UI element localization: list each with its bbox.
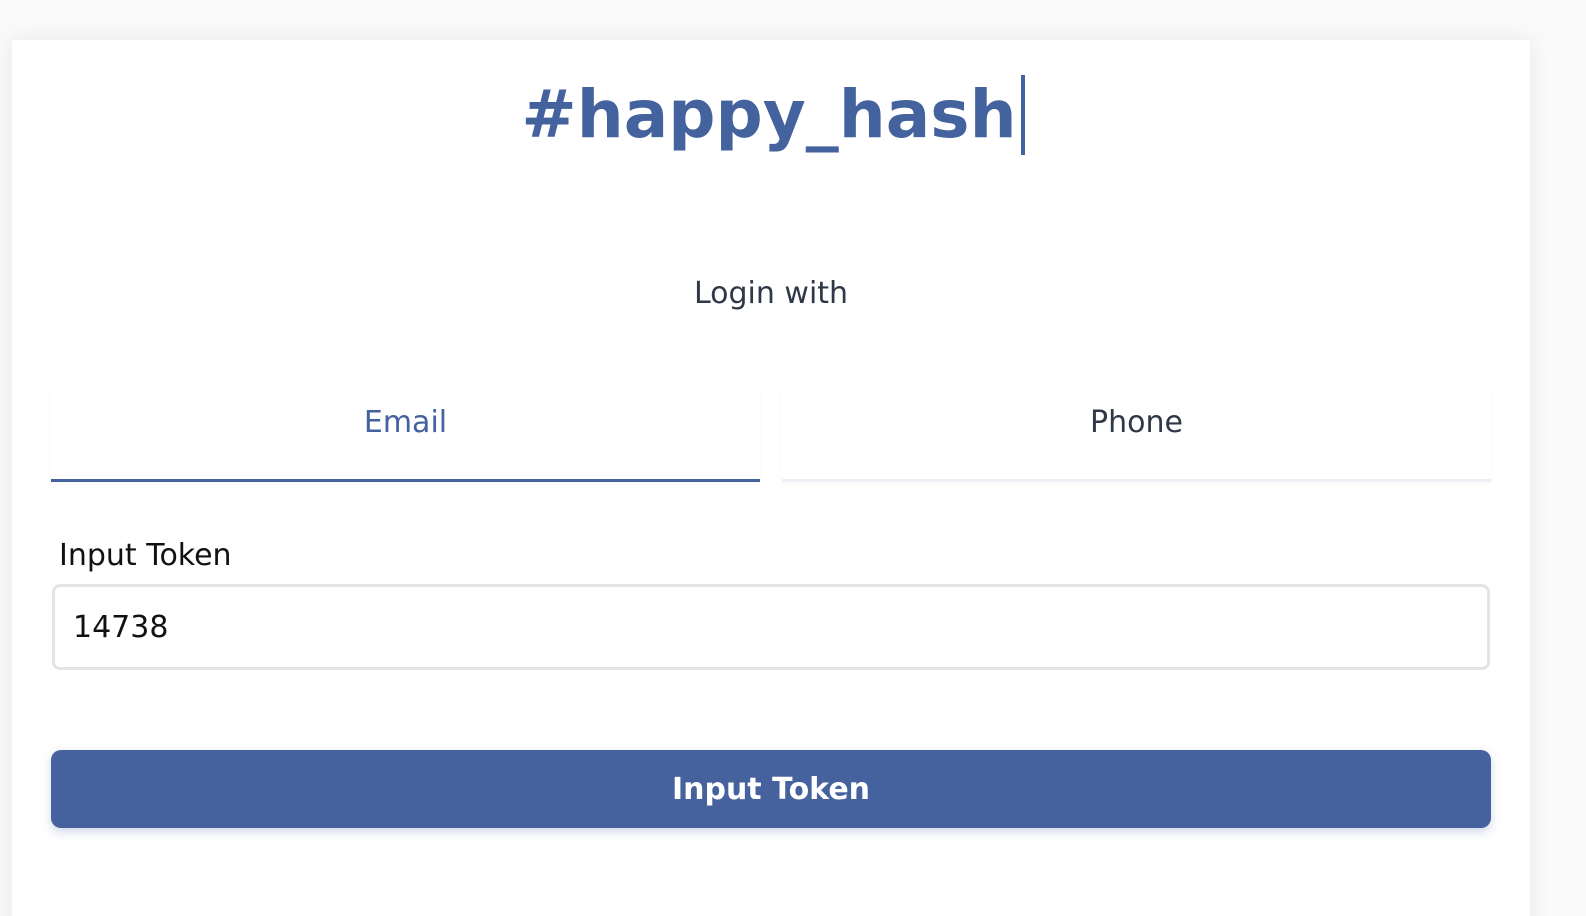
text-caret xyxy=(1020,75,1025,155)
input-token-button[interactable]: Input Token xyxy=(51,750,1491,828)
brand-title-wrap: #happy_hash xyxy=(0,70,1546,160)
login-with-label: Login with xyxy=(693,276,849,311)
login-page: #happy_hash Login with Email Phone Input… xyxy=(0,0,1586,916)
tab-phone[interactable]: Phone xyxy=(782,388,1491,482)
tab-email[interactable]: Email xyxy=(51,388,760,482)
login-method-tabs: Email Phone xyxy=(51,388,1491,482)
token-input[interactable] xyxy=(52,584,1490,670)
token-field-label: Input Token xyxy=(59,538,232,573)
brand-title: #happy_hash xyxy=(521,76,1017,153)
